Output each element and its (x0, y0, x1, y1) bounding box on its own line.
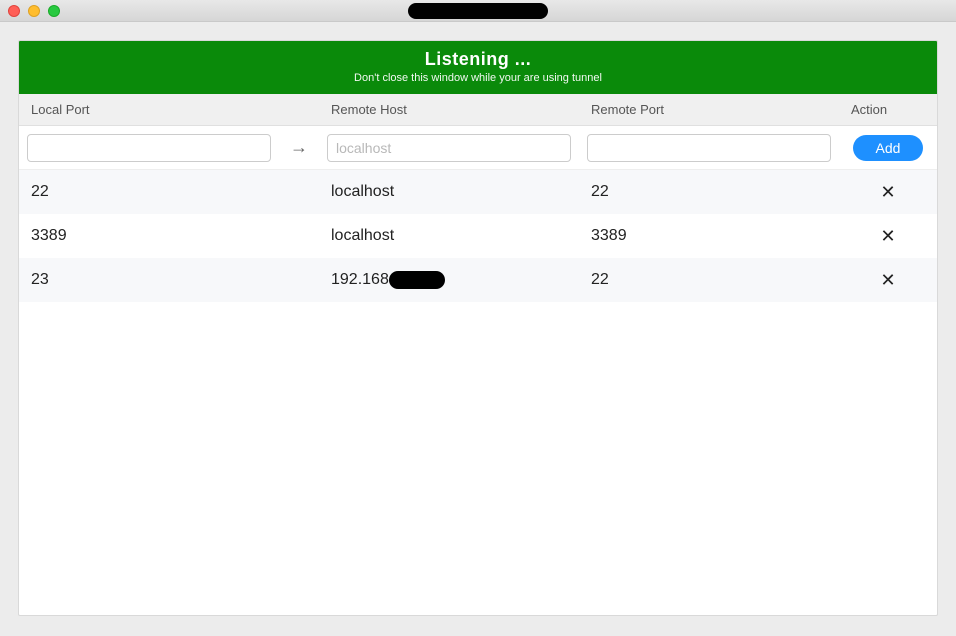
delete-row-icon[interactable]: ✕ (880, 182, 895, 202)
window-minimize-button[interactable] (28, 5, 40, 17)
cell-remote-host: 192.168 (319, 271, 579, 289)
cell-local-port: 23 (19, 271, 279, 289)
remote-port-input[interactable] (587, 134, 831, 162)
header-action: Action (839, 102, 937, 117)
redacted-segment (389, 271, 445, 289)
status-banner: Listening ... Don't close this window wh… (19, 41, 937, 94)
table-row: 3389localhost3389✕ (19, 214, 937, 258)
table-header: Local Port Remote Host Remote Port Actio… (19, 94, 937, 126)
cell-remote-port: 22 (579, 271, 839, 289)
remote-host-input[interactable] (327, 134, 571, 162)
header-local-port: Local Port (19, 102, 279, 117)
cell-remote-host: localhost (319, 227, 579, 245)
cell-local-port: 22 (19, 183, 279, 201)
table-row: 22localhost22✕ (19, 170, 937, 214)
app-window: Listening ... Don't close this window wh… (0, 0, 956, 636)
delete-row-icon[interactable]: ✕ (880, 270, 895, 290)
content-area: Listening ... Don't close this window wh… (0, 22, 956, 634)
cell-action: ✕ (839, 226, 937, 247)
arrow-icon: → (279, 137, 319, 158)
status-banner-subtitle: Don't close this window while your are u… (19, 72, 937, 84)
table-row: 23 192.16822 ✕ (19, 258, 937, 302)
cell-remote-host: localhost (319, 183, 579, 201)
titlebar (0, 0, 956, 22)
add-button[interactable]: Add (853, 135, 923, 161)
tunnel-panel: Listening ... Don't close this window wh… (18, 40, 938, 616)
cell-remote-port: 3389 (579, 227, 839, 245)
window-title-redacted (408, 3, 548, 19)
cell-remote-port: 22 (579, 183, 839, 201)
traffic-lights (8, 5, 60, 17)
status-banner-title: Listening ... (19, 49, 937, 70)
cell-local-port: 3389 (19, 227, 279, 245)
window-zoom-button[interactable] (48, 5, 60, 17)
tunnel-rows: 22localhost22✕3389localhost3389✕23192.16… (19, 170, 937, 302)
header-remote-port: Remote Port (579, 102, 839, 117)
delete-row-icon[interactable]: ✕ (880, 226, 895, 246)
cell-action: ✕ (839, 182, 937, 203)
local-port-input[interactable] (27, 134, 271, 162)
window-close-button[interactable] (8, 5, 20, 17)
header-remote-host: Remote Host (319, 102, 579, 117)
cell-action: ✕ (839, 270, 937, 291)
add-row-form: → Add (19, 126, 937, 170)
